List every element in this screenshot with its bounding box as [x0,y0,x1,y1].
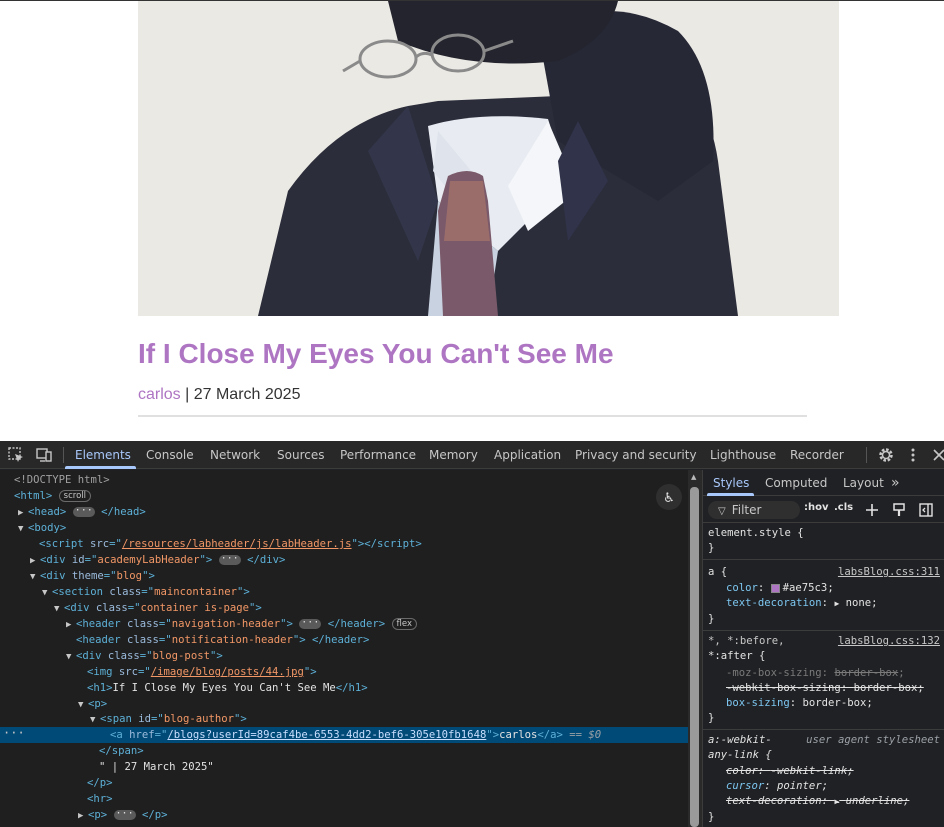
dom-line-theme-div[interactable]: ▼ <div theme="blog"> [30,568,155,584]
a-rule-source-link[interactable]: labsBlog.css:311 [838,565,940,580]
dom-line-date-text[interactable]: " | 27 March 2025" [99,759,214,775]
dom-line-anchor-selected[interactable]: <a href="/blogs?userId=89caf4be-6553-4dd… [0,727,688,743]
post-byline: carlos | 27 March 2025 [138,386,300,404]
device-toolbar-icon[interactable] [35,446,53,464]
dom-line-p-collapsed[interactable]: ▶ <p> ··· </p> [78,807,168,823]
styles-filter-input[interactable]: ▽ Filter [708,501,800,519]
a-text-decoration-declaration[interactable]: text-decoration: ▶ none; [726,596,878,611]
rule-divider [703,559,944,560]
cls-toggle-button[interactable]: .cls [834,502,853,513]
tab-network[interactable]: Network [210,441,260,469]
dom-line-span[interactable]: ▼ <span id="blog-author"> [90,711,247,727]
moz-box-sizing-declaration[interactable]: -moz-box-sizing: border-box; [726,666,905,681]
rule-divider [703,630,944,631]
dom-line-nav-header[interactable]: ▶ <header class="navigation-header"> ··· … [66,616,417,632]
elements-dom-tree: <!DOCTYPE html> <html> scroll ▶ <head> ··… [0,470,688,827]
flex-badge[interactable]: flex [391,618,417,630]
universal-rule-selector-cont[interactable]: *:after { [708,649,765,664]
more-tabs-chevron-icon[interactable]: » [891,470,900,496]
dom-line-script[interactable]: <script src="/resources/labheader/js/lab… [39,536,422,552]
ua-rule-selector-cont[interactable]: any-link { [708,748,772,763]
dom-line-span-close[interactable]: </span> [99,743,144,759]
node-actions-ellipsis[interactable]: ··· [3,725,25,741]
tab-separator [63,447,64,463]
filter-icon: ▽ [718,506,726,517]
dom-line-blog-post[interactable]: ▼ <div class="blog-post"> [66,648,223,664]
dom-line-body[interactable]: ▼ <body> [18,520,66,536]
dom-line-head[interactable]: ▶ <head> ··· </head> [18,504,146,520]
rule-close-brace: } [708,542,715,554]
a-rule-selector[interactable]: a { [708,565,727,580]
tab-elements[interactable]: Elements [75,441,131,469]
tab-memory[interactable]: Memory [429,441,478,469]
ua-rule-selector[interactable]: a:-webkit- [708,733,772,748]
close-devtools-icon[interactable] [930,446,944,464]
author-link[interactable]: carlos [138,386,181,403]
rule-divider [703,729,944,730]
dom-line-hr[interactable]: <hr> [87,791,113,807]
box-sizing-declaration[interactable]: box-sizing: border-box; [726,696,873,711]
webkit-box-sizing-declaration[interactable]: -webkit-box-sizing: border-box; [726,681,924,696]
paint-brush-icon[interactable] [891,502,907,518]
dom-line-container[interactable]: ▼ <div class="container is-page"> [54,600,262,616]
universal-rule-source-link[interactable]: labsBlog.css:132 [838,634,940,649]
scroll-up-arrow-icon[interactable]: ▲ [691,473,696,481]
universal-rule-selector[interactable]: *, *:before, [708,634,785,649]
active-styles-tab-indicator [707,493,754,496]
element-style-selector[interactable]: element.style { [708,526,804,541]
tab-lighthouse[interactable]: Lighthouse [710,441,776,469]
tab-computed[interactable]: Computed [765,470,827,496]
styles-filter-row: ▽ Filter :hov .cls [703,497,944,523]
rule-close-brace: } [708,811,715,823]
more-options-icon[interactable] [904,446,922,464]
blog-post-image [138,1,839,316]
inspect-element-icon[interactable] [7,446,25,464]
devtools-tab-bar: Elements Console Network Sources Perform… [0,441,944,469]
tab-console[interactable]: Console [146,441,194,469]
hov-toggle-button[interactable]: :hov [804,502,829,513]
toggle-sidebar-icon[interactable] [918,502,934,518]
a-color-declaration[interactable]: color: #ae75c3; [726,581,834,596]
dom-line-html[interactable]: <html> scroll [14,488,92,504]
accessibility-tree-icon[interactable]: ♿ [656,484,682,510]
blog-page: If I Close My Eyes You Can't See Me carl… [0,0,944,441]
scroll-badge[interactable]: scroll [58,490,92,502]
tab-separator [866,447,867,463]
dom-line-p-close[interactable]: </p> [87,775,113,791]
devtools-panel: Elements Console Network Sources Perform… [0,441,944,827]
dom-line-notification-header[interactable]: <header class="notification-header"> </h… [76,632,369,648]
styles-tab-bar: Styles Computed Layout » [703,470,944,496]
tab-performance[interactable]: Performance [340,441,416,469]
user-agent-stylesheet-label: user agent stylesheet [806,734,940,746]
dom-line-academy-header[interactable]: ▶ <div id="academyLabHeader"> ··· </div> [30,552,285,568]
color-swatch[interactable] [770,583,780,593]
active-tab-indicator [65,466,136,469]
dom-line-p[interactable]: ▼ <p> [78,696,107,712]
tab-application[interactable]: Application [494,441,561,469]
ua-color-declaration[interactable]: color: -webkit-link; [726,764,854,779]
dom-line-doctype[interactable]: <!DOCTYPE html> [14,472,110,488]
post-divider [138,415,807,417]
dom-line-section[interactable]: ▼ <section class="maincontainer"> [42,584,250,600]
elements-scrollbar[interactable]: ▲ [688,470,702,827]
faceless-man-in-suit-image [138,1,839,316]
tab-layout[interactable]: Layout [843,470,884,496]
scrollbar-thumb[interactable] [690,487,699,827]
ua-cursor-declaration[interactable]: cursor: pointer; [726,779,828,794]
settings-gear-icon[interactable] [877,446,895,464]
post-date: | 27 March 2025 [180,386,301,403]
tab-recorder[interactable]: Recorder [790,441,844,469]
tab-sources[interactable]: Sources [277,441,324,469]
post-title: If I Close My Eyes You Can't See Me [138,338,614,369]
dom-line-img[interactable]: <img src="/image/blog/posts/44.jpg"> [87,664,317,680]
dom-line-h1[interactable]: <h1>If I Close My Eyes You Can't See Me<… [87,680,368,696]
rule-close-brace: } [708,613,715,625]
styles-pane: Styles Computed Layout » ▽ Filter :hov .c… [702,470,944,827]
tab-privacy-and-security[interactable]: Privacy and security [575,441,697,469]
rule-close-brace: } [708,712,715,724]
new-style-rule-icon[interactable] [864,502,880,518]
ua-text-decoration-declaration[interactable]: text-decoration: ▶ underline; [726,794,909,809]
